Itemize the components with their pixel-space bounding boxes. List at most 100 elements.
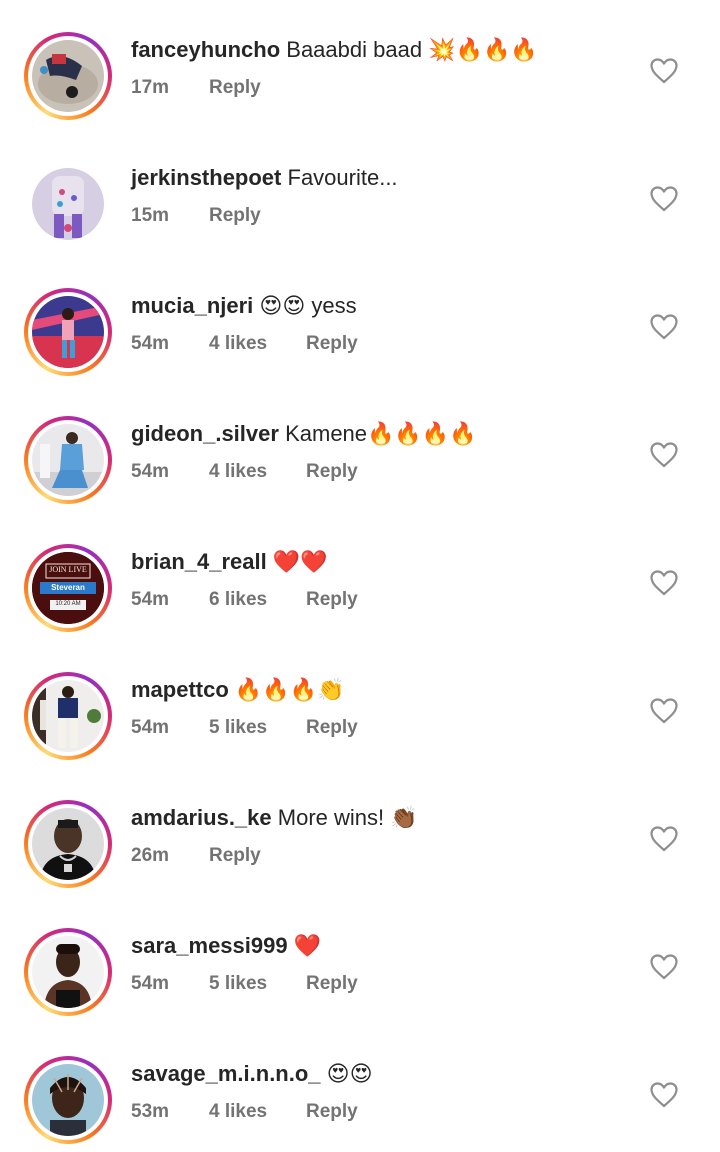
- comment-time: 15m: [131, 205, 170, 226]
- username[interactable]: savage_m.i.n.n.o_: [131, 1061, 321, 1086]
- like-button[interactable]: [650, 442, 678, 468]
- comment-text: gideon_.silver Kamene🔥🔥🔥🔥: [131, 417, 477, 451]
- avatar: [32, 296, 104, 368]
- heart-outline-icon: [650, 442, 678, 468]
- comment-meta: 54m 5 likes Reply: [131, 972, 358, 996]
- heart-outline-icon: [650, 570, 678, 596]
- comment-body: 🔥🔥🔥👏: [234, 677, 345, 702]
- heart-outline-icon: [650, 698, 678, 724]
- comment-text: brian_4_reall ❤️❤️: [131, 545, 328, 579]
- comment-item: gideon_.silver Kamene🔥🔥🔥🔥 54m 4 likes Repl…: [0, 384, 720, 512]
- reply-button[interactable]: Reply: [306, 716, 358, 740]
- comment-item: mapettco 🔥🔥🔥👏 54m 5 likes Reply: [0, 640, 720, 768]
- likes-count[interactable]: 4 likes: [209, 1100, 306, 1124]
- avatar-story-ring[interactable]: [24, 672, 112, 760]
- comment-text: savage_m.i.n.n.o_ 😍😍: [131, 1057, 373, 1091]
- like-button[interactable]: [650, 1082, 678, 1108]
- avatar-wrap[interactable]: [32, 168, 104, 240]
- like-button[interactable]: [650, 570, 678, 596]
- avatar: [32, 424, 104, 496]
- comment-time: 54m: [131, 973, 170, 994]
- likes-count[interactable]: 5 likes: [209, 716, 306, 740]
- username[interactable]: mucia_njeri: [131, 293, 253, 318]
- comment-time: 26m: [131, 845, 170, 866]
- likes-count[interactable]: 6 likes: [209, 588, 306, 612]
- avatar-text-top: JOIN LIVE: [49, 565, 87, 574]
- comment-item: savage_m.i.n.n.o_ 😍😍 53m 4 likes Reply: [0, 1024, 720, 1152]
- comment-text: amdarius._ke More wins! 👏🏾: [131, 801, 418, 835]
- avatar-story-ring[interactable]: [24, 928, 112, 1016]
- comment-item: amdarius._ke More wins! 👏🏾 26m Reply: [0, 768, 720, 896]
- avatar: JOIN LIVE Steveran 10:20 AM: [32, 552, 104, 624]
- avatar: [32, 808, 104, 880]
- comment-body: More wins! 👏🏾: [277, 805, 418, 830]
- username[interactable]: mapettco: [131, 677, 229, 702]
- comment-time: 54m: [131, 333, 170, 354]
- comment-body: 😍😍: [326, 1061, 373, 1086]
- comment-body: ❤️: [293, 933, 322, 958]
- avatar-story-ring[interactable]: [24, 800, 112, 888]
- comment-body: Baaabdi baad 💥🔥🔥🔥: [286, 37, 538, 62]
- comment-meta: 26m Reply: [131, 844, 261, 868]
- comment-meta: 17m Reply: [131, 76, 261, 100]
- comment-meta: 54m 5 likes Reply: [131, 716, 358, 740]
- username[interactable]: fanceyhuncho: [131, 37, 280, 62]
- comment-text: sara_messi999 ❤️: [131, 929, 321, 963]
- comment-meta: 53m 4 likes Reply: [131, 1100, 358, 1124]
- reply-button[interactable]: Reply: [306, 588, 358, 612]
- username[interactable]: gideon_.silver: [131, 421, 279, 446]
- username[interactable]: jerkinsthepoet: [131, 165, 281, 190]
- reply-button[interactable]: Reply: [306, 460, 358, 484]
- avatar: [32, 40, 104, 112]
- like-button[interactable]: [650, 314, 678, 340]
- avatar-text-bottom: 10:20 AM: [55, 601, 81, 607]
- reply-button[interactable]: Reply: [209, 76, 261, 100]
- comment-body: Favourite...: [287, 165, 398, 190]
- comment-time: 54m: [131, 461, 170, 482]
- reply-button[interactable]: Reply: [306, 1100, 358, 1124]
- comment-item: fanceyhuncho Baaabdi baad 💥🔥🔥🔥 17m Reply: [0, 0, 720, 128]
- comment-time: 17m: [131, 77, 170, 98]
- avatar-story-ring[interactable]: JOIN LIVE Steveran 10:20 AM: [24, 544, 112, 632]
- comment-meta: 54m 6 likes Reply: [131, 588, 358, 612]
- comment-meta: 54m 4 likes Reply: [131, 332, 358, 356]
- comment-item: sara_messi999 ❤️ 54m 5 likes Reply: [0, 896, 720, 1024]
- comment-meta: 15m Reply: [131, 204, 261, 228]
- avatar: [32, 680, 104, 752]
- like-button[interactable]: [650, 826, 678, 852]
- like-button[interactable]: [650, 698, 678, 724]
- avatar-story-ring[interactable]: [24, 1056, 112, 1144]
- reply-button[interactable]: Reply: [306, 332, 358, 356]
- likes-count[interactable]: 5 likes: [209, 972, 306, 996]
- comment-meta: 54m 4 likes Reply: [131, 460, 358, 484]
- comment-body: 😍😍 yess: [259, 293, 357, 318]
- comment-item: mucia_njeri 😍😍 yess 54m 4 likes Reply: [0, 256, 720, 384]
- comment-time: 54m: [131, 589, 170, 610]
- avatar: [32, 168, 104, 240]
- comment-body: ❤️❤️: [272, 549, 328, 574]
- avatar-story-ring[interactable]: [24, 32, 112, 120]
- likes-count[interactable]: 4 likes: [209, 460, 306, 484]
- username[interactable]: sara_messi999: [131, 933, 288, 958]
- reply-button[interactable]: Reply: [306, 972, 358, 996]
- avatar-text-middle: Steveran: [51, 583, 85, 592]
- avatar: [32, 936, 104, 1008]
- username[interactable]: amdarius._ke: [131, 805, 272, 830]
- reply-button[interactable]: Reply: [209, 204, 261, 228]
- comment-text: mapettco 🔥🔥🔥👏: [131, 673, 345, 707]
- like-button[interactable]: [650, 186, 678, 212]
- heart-outline-icon: [650, 58, 678, 84]
- comment-time: 53m: [131, 1101, 170, 1122]
- username[interactable]: brian_4_reall: [131, 549, 267, 574]
- avatar-story-ring[interactable]: [24, 288, 112, 376]
- reply-button[interactable]: Reply: [209, 844, 261, 868]
- avatar-story-ring[interactable]: [24, 416, 112, 504]
- comment-item: JOIN LIVE Steveran 10:20 AM brian_4_real…: [0, 512, 720, 640]
- heart-outline-icon: [650, 826, 678, 852]
- like-button[interactable]: [650, 58, 678, 84]
- comment-time: 54m: [131, 717, 170, 738]
- like-button[interactable]: [650, 954, 678, 980]
- likes-count[interactable]: 4 likes: [209, 332, 306, 356]
- comment-item: jerkinsthepoet Favourite... 15m Reply: [0, 128, 720, 256]
- comment-text: fanceyhuncho Baaabdi baad 💥🔥🔥🔥: [131, 33, 538, 67]
